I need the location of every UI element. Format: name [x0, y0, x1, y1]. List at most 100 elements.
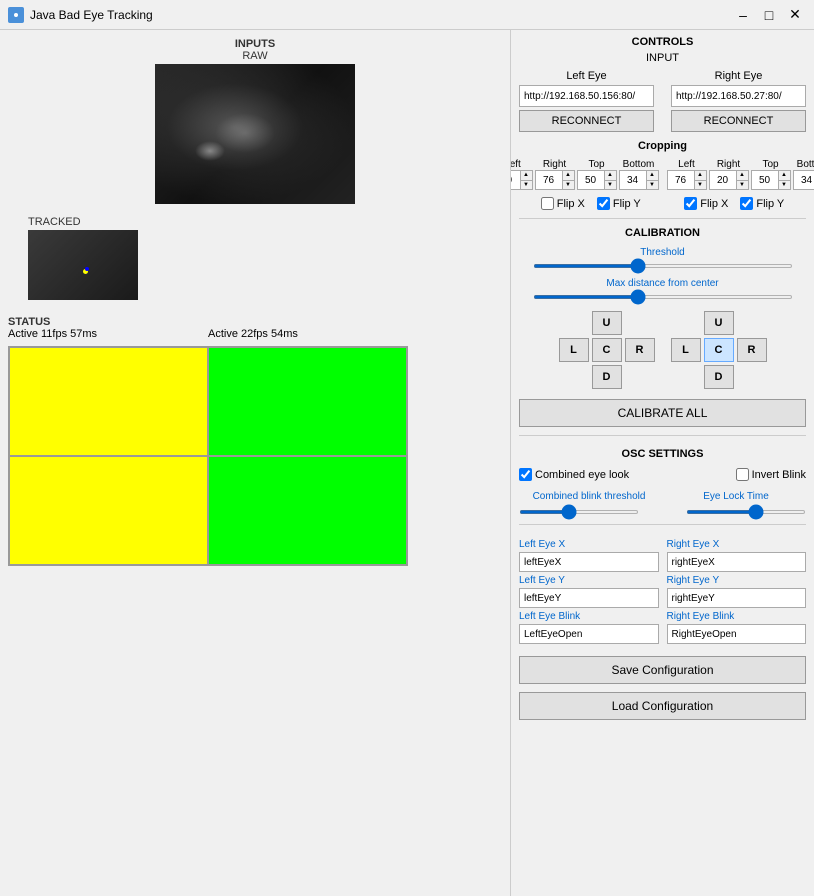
osc-checkbox-row: Combined eye look Invert Blink [519, 468, 806, 481]
right-eye-col: Right Eye RECONNECT [671, 70, 806, 132]
right-eye-blink-input[interactable]: RightEyeOpen [667, 624, 807, 644]
right-dir-left-button[interactable]: L [671, 338, 701, 362]
left-eye-y-input[interactable]: leftEyeY [519, 588, 659, 608]
combined-blink-slider[interactable] [519, 510, 639, 514]
left-crop-top-up[interactable]: ▲ [605, 170, 617, 181]
right-crop-right-spin: 20 ▲ ▼ [709, 170, 749, 190]
threshold-slider-wrap [519, 264, 806, 268]
right-crop-top-up[interactable]: ▲ [779, 170, 791, 181]
left-crop-top-header: Top [577, 159, 617, 170]
left-dir-down-button[interactable]: D [592, 365, 622, 389]
right-dir-center-button[interactable]: C [704, 338, 734, 362]
slider-pair-labels: Combined blink threshold Eye Lock Time [519, 491, 806, 502]
threshold-label: Threshold [519, 247, 806, 258]
left-dir-left-button[interactable]: L [559, 338, 589, 362]
left-eye-x-input[interactable]: leftEyeX [519, 552, 659, 572]
right-flip-group: Flip X Flip Y [684, 197, 784, 210]
divider-3 [519, 524, 806, 525]
right-crop-top-down[interactable]: ▼ [779, 181, 791, 191]
status-cell-top-right [208, 347, 407, 456]
left-crop-top-arrows: ▲ ▼ [605, 170, 617, 190]
left-crop-right-header: Right [535, 159, 575, 170]
eye-inputs-row: Left Eye RECONNECT Right Eye RECONNECT [519, 70, 806, 132]
left-reconnect-button[interactable]: RECONNECT [519, 110, 654, 132]
right-crop-right-down[interactable]: ▼ [737, 181, 749, 191]
right-crop-left-input[interactable]: 76 [667, 170, 695, 190]
left-flip-group: Flip X Flip Y [541, 197, 641, 210]
right-crop-top-header: Top [751, 159, 791, 170]
divider-1 [519, 218, 806, 219]
left-crop-left-down[interactable]: ▼ [521, 181, 533, 191]
save-configuration-button[interactable]: Save Configuration [519, 656, 806, 684]
max-distance-slider[interactable] [533, 295, 793, 299]
right-flip-x-checkbox[interactable] [684, 197, 697, 210]
right-flip-y-label[interactable]: Flip Y [740, 197, 784, 210]
left-flip-y-label[interactable]: Flip Y [597, 197, 641, 210]
crop-headers-row: Left Right Top Bottom 20 ▲ ▼ 76 [519, 159, 806, 190]
threshold-slider[interactable] [533, 264, 793, 268]
left-crop-top-down[interactable]: ▼ [605, 181, 617, 191]
right-crop-right-up[interactable]: ▲ [737, 170, 749, 181]
left-crop-right-input[interactable]: 76 [535, 170, 563, 190]
status-section: STATUS Active 11fps 57ms Active 22fps 54… [8, 316, 502, 566]
left-flip-x-text: Flip X [557, 198, 585, 210]
right-eye-x-input[interactable]: rightEyeX [667, 552, 807, 572]
right-dir-down-button[interactable]: D [704, 365, 734, 389]
right-dir-right-button[interactable]: R [737, 338, 767, 362]
left-crop-bottom-arrows: ▲ ▼ [647, 170, 659, 190]
left-crop-right-up[interactable]: ▲ [563, 170, 575, 181]
calibrate-all-button[interactable]: CALIBRATE ALL [519, 399, 806, 427]
left-crop-bottom-input[interactable]: 34 [619, 170, 647, 190]
right-eye-x-group: Right Eye X rightEyeX [667, 539, 807, 572]
eye-lock-time-slider[interactable] [686, 510, 806, 514]
left-crop-top-input[interactable]: 50 [577, 170, 605, 190]
right-crop-right-input[interactable]: 20 [709, 170, 737, 190]
left-crop-bottom-up[interactable]: ▲ [647, 170, 659, 181]
left-crop-bottom-down[interactable]: ▼ [647, 181, 659, 191]
right-flip-x-text: Flip X [700, 198, 728, 210]
right-eye-url-input[interactable] [671, 85, 806, 107]
combined-eye-look-checkbox[interactable] [519, 468, 532, 481]
minimize-button[interactable]: – [732, 4, 754, 26]
right-eye-y-input[interactable]: rightEyeY [667, 588, 807, 608]
left-eye-blink-input[interactable]: LeftEyeOpen [519, 624, 659, 644]
right-crop-left-up[interactable]: ▲ [695, 170, 707, 181]
inputs-section: INPUTS RAW [8, 38, 502, 204]
combined-eye-look-label[interactable]: Combined eye look [519, 468, 629, 481]
combined-blink-threshold-label: Combined blink threshold [519, 491, 659, 502]
right-flip-x-label[interactable]: Flip X [684, 197, 728, 210]
left-dir-center-button[interactable]: C [592, 338, 622, 362]
left-crop-right-down[interactable]: ▼ [563, 181, 575, 191]
right-reconnect-button[interactable]: RECONNECT [671, 110, 806, 132]
right-eye-y-group: Right Eye Y rightEyeY [667, 575, 807, 608]
invert-blink-checkbox[interactable] [736, 468, 749, 481]
invert-blink-label[interactable]: Invert Blink [736, 468, 806, 481]
left-dir-up-button[interactable]: U [592, 311, 622, 335]
left-dir-right-button[interactable]: R [625, 338, 655, 362]
right-dir-up-button[interactable]: U [704, 311, 734, 335]
left-dir-mid-row: L C R [559, 338, 655, 362]
osc-settings-title: OSC SETTINGS [519, 448, 806, 460]
left-flip-x-checkbox[interactable] [541, 197, 554, 210]
load-configuration-button[interactable]: Load Configuration [519, 692, 806, 720]
close-button[interactable]: ✕ [784, 4, 806, 26]
active-left-label: Active 11fps 57ms [8, 328, 97, 340]
invert-blink-text: Invert Blink [752, 469, 806, 481]
right-flip-y-checkbox[interactable] [740, 197, 753, 210]
right-dir-group: U L C R D [671, 311, 767, 389]
left-crop-left-input[interactable]: 20 [510, 170, 521, 190]
left-eye-url-input[interactable] [519, 85, 654, 107]
left-crop-left-up[interactable]: ▲ [521, 170, 533, 181]
left-flip-y-checkbox[interactable] [597, 197, 610, 210]
left-crop-left-header: Left [510, 159, 533, 170]
right-crop-top-input[interactable]: 50 [751, 170, 779, 190]
right-crop-bottom-input[interactable]: 34 [793, 170, 814, 190]
left-flip-x-label[interactable]: Flip X [541, 197, 585, 210]
right-crop-left-down[interactable]: ▼ [695, 181, 707, 191]
left-dir-down-row: D [592, 365, 622, 389]
eye-x-row: Left Eye X leftEyeX Right Eye X rightEye… [519, 539, 806, 572]
maximize-button[interactable]: □ [758, 4, 780, 26]
titlebar: Java Bad Eye Tracking – □ ✕ [0, 0, 814, 30]
right-crop-top-arrows: ▲ ▼ [779, 170, 791, 190]
main-content: INPUTS RAW TRACKED STATUS [0, 30, 814, 896]
